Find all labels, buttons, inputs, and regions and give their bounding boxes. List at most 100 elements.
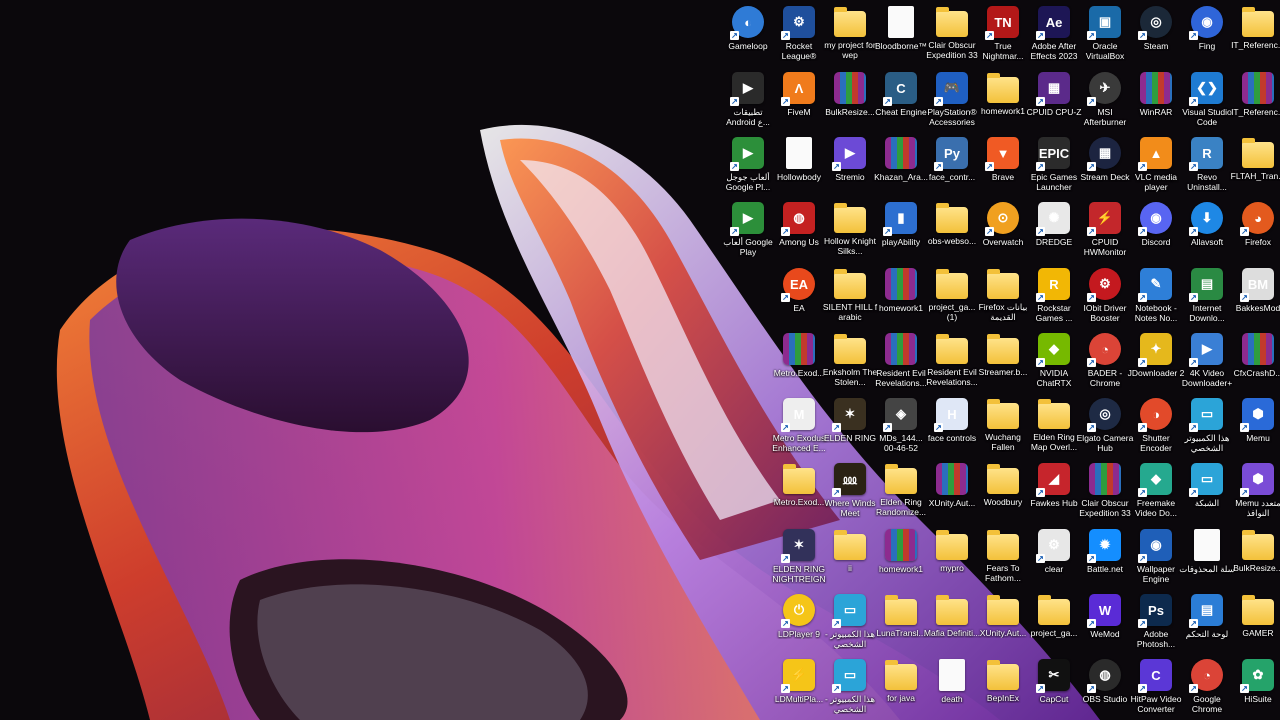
desktop-icon[interactable]: homework1 — [977, 68, 1029, 132]
desktop-icon[interactable]: ▤ ↗ Internet Downlo... — [1181, 264, 1233, 328]
desktop-icon[interactable]: 🎮 ↗ PlayStation® Accessories — [926, 68, 978, 132]
desktop-icon[interactable]: XUnity.Aut... — [926, 459, 978, 523]
desktop-icon[interactable]: ◉ ↗ Wallpaper Engine — [1130, 525, 1182, 589]
desktop-icon[interactable]: Py ↗ face_contr... — [926, 133, 978, 197]
desktop-icon[interactable]: EA ↗ EA — [773, 264, 825, 328]
desktop-icon[interactable]: ◎ ↗ Steam — [1130, 2, 1182, 66]
desktop-icon[interactable]: Streamer.b... — [977, 329, 1029, 393]
desktop-icon[interactable]: H ↗ face controls — [926, 394, 978, 458]
desktop-icon[interactable]: ◍ ↗ Among Us — [773, 198, 825, 262]
desktop-icon[interactable]: CfxCrashD... — [1232, 329, 1280, 393]
desktop-icon[interactable]: C ↗ Cheat Engine — [875, 68, 927, 132]
desktop-icon[interactable]: Bloodborne™ — [875, 2, 927, 66]
desktop-icon[interactable]: ◔ ↗ BADER - Chrome — [1079, 329, 1131, 393]
desktop-icon[interactable]: death — [926, 655, 978, 719]
desktop-icon[interactable]: SILENT HILL f arabic — [823, 264, 877, 328]
desktop-icon[interactable]: ✹ ↗ Battle.net — [1079, 525, 1131, 589]
desktop-icon[interactable]: ⏻ ↗ LDPlayer 9 — [773, 590, 825, 654]
desktop-icon[interactable]: Fears To Fathom... — [977, 525, 1029, 589]
desktop-icon[interactable]: my project for wep — [824, 2, 876, 66]
desktop-icon[interactable]: ▮ ↗ playAbility — [875, 198, 927, 262]
desktop-icon[interactable]: homework1 — [875, 264, 927, 328]
desktop-icon[interactable]: R ↗ Revo Uninstall... — [1181, 133, 1233, 197]
desktop-icon[interactable]: Enksholm The Stolen... — [823, 329, 877, 393]
desktop-icon[interactable]: ✦ ↗ JDownloader 2 — [1128, 329, 1184, 393]
desktop-icon[interactable]: project_ga... (1) — [926, 264, 978, 328]
desktop-icon[interactable]: ii — [824, 525, 876, 589]
desktop-icon[interactable]: ⬢ ↗ Memu متعدد النوافذ — [1232, 459, 1280, 523]
desktop-icon[interactable]: Hollow Knight Silks... — [824, 198, 876, 262]
desktop-icon[interactable]: ▶ ↗ ألعاب Google Play — [722, 198, 774, 262]
desktop-icon[interactable]: Hollowbody — [773, 133, 825, 197]
desktop-icon[interactable]: Woodbury — [977, 459, 1029, 523]
desktop-icon[interactable]: ✶ ↗ ELDEN RING NIGHTREIGN — [772, 525, 826, 589]
desktop-icon[interactable]: ▲ ↗ VLC media player — [1130, 133, 1182, 197]
desktop-icon[interactable]: Clair Obscur Expedition 33 — [1079, 459, 1131, 523]
desktop-icon[interactable]: ⚡ ↗ LDMultiPla... — [773, 655, 825, 719]
desktop-icon[interactable]: ▶ ↗ 4K Video Downloader+ — [1181, 329, 1233, 393]
desktop-icon[interactable]: ▭ ↗ الشبكة — [1181, 459, 1233, 523]
desktop-icon[interactable]: EPIC ↗ Epic Games Launcher — [1028, 133, 1080, 197]
desktop-icon[interactable]: ◔ ↗ Google Chrome — [1181, 655, 1233, 719]
desktop-icon[interactable]: Ps ↗ Adobe Photosh... — [1130, 590, 1182, 654]
desktop-icon[interactable]: Elden Ring Map Overl... — [1028, 394, 1080, 458]
desktop-icon[interactable]: ✺ ↗ DREDGE — [1028, 198, 1080, 262]
desktop-icon[interactable]: Clair Obscur Expedition 33 — [926, 2, 978, 66]
desktop-icon[interactable]: Wuchang Fallen Feathe... — [977, 394, 1029, 458]
desktop-icon[interactable]: GAMER — [1232, 590, 1280, 654]
desktop-icon[interactable]: ◆ ↗ Freemake Video Do... — [1130, 459, 1182, 523]
desktop-icon[interactable]: ▶ ↗ تطبيقات Android ع... — [722, 68, 774, 132]
desktop-icon[interactable]: ✶ ↗ ELDEN RING — [824, 394, 876, 458]
desktop-icon[interactable]: TN ↗ True Nightmar... — [977, 2, 1029, 66]
desktop-icon[interactable]: ▭ ↗ هذا الكمبيوتر الشخصي — [1181, 394, 1233, 458]
desktop-icon[interactable]: ❮❯ ↗ Visual Studio Code — [1181, 68, 1233, 132]
desktop-icon[interactable]: Λ ↗ FiveM — [773, 68, 825, 132]
desktop-icon[interactable]: obs-webso... — [926, 198, 978, 262]
desktop-icon[interactable]: ▤ ↗ لوحة التحكم — [1181, 590, 1233, 654]
desktop-icon[interactable]: ▶ ↗ Stremio — [824, 133, 876, 197]
desktop-icon[interactable]: ▦ ↗ CPUID CPU-Z — [1027, 68, 1081, 132]
desktop-icon[interactable]: LunaTransl... — [875, 590, 927, 654]
desktop-icon[interactable]: ✂ ↗ CapCut — [1028, 655, 1080, 719]
desktop-icon[interactable]: ▼ ↗ Brave — [977, 133, 1029, 197]
desktop-icon[interactable]: Ae ↗ Adobe After Effects 2023 — [1028, 2, 1080, 66]
desktop-icon[interactable]: project_ga... — [1028, 590, 1080, 654]
desktop-icon[interactable]: ▣ ↗ Oracle VirtualBox — [1079, 2, 1131, 66]
desktop-icon[interactable]: Resident Evil Revelations... — [926, 329, 978, 393]
desktop-icon[interactable]: ⬢ ↗ Memu — [1232, 394, 1280, 458]
desktop-icon[interactable]: ▭ ↗ هذا الكمبيوتر - الشخصي — [824, 590, 876, 654]
desktop-icon[interactable]: M ↗ Metro Exodus Enhanced E... — [772, 394, 826, 458]
desktop-icon[interactable]: ◉ ↗ Discord — [1130, 198, 1182, 262]
desktop-icon[interactable]: XUnity.Aut... — [977, 590, 1029, 654]
desktop-icon[interactable]: W ↗ WeMod — [1079, 590, 1131, 654]
desktop-icon[interactable]: Resident Evil Revelations... — [875, 329, 927, 393]
desktop-icon[interactable]: ▶ ↗ ألعاب جوجل Google Pl... — [722, 133, 774, 197]
desktop-icon[interactable]: ✈ ↗ MSI Afterburner — [1079, 68, 1131, 132]
desktop-icon[interactable]: IT_Referenc... — [1231, 68, 1280, 132]
desktop-icon[interactable]: BulkResize... — [1232, 525, 1280, 589]
desktop-icon[interactable]: mypro — [926, 525, 978, 589]
desktop-icon[interactable]: IT_Referenc... — [1231, 2, 1280, 66]
desktop-icon[interactable]: homework1 — [875, 525, 927, 589]
desktop-icon[interactable]: R ↗ Rockstar Games ... — [1028, 264, 1080, 328]
desktop-icon[interactable]: ◈ ↗ MDs_144... 00-46-52 — [875, 394, 927, 458]
desktop-icon[interactable]: ⬇ ↗ Allavsoft — [1181, 198, 1233, 262]
desktop-icon[interactable]: ⅏ ↗ Where Winds Meet — [824, 459, 876, 523]
desktop-icon[interactable]: ✿ ↗ HiSuite — [1232, 655, 1280, 719]
desktop-icon[interactable]: ▦ ↗ Stream Deck — [1079, 133, 1131, 197]
desktop-icon[interactable]: سلة المحذوفات — [1179, 525, 1235, 589]
desktop-icon[interactable]: Firefox بيانات القديمة — [977, 264, 1029, 328]
desktop-icon[interactable]: WinRAR — [1130, 68, 1182, 132]
desktop-icon[interactable]: ◐ ↗ Gameloop — [722, 2, 774, 66]
desktop-icon[interactable]: ⚙ ↗ IObit Driver Booster — [1079, 264, 1131, 328]
desktop-icon[interactable]: BulkResize... — [824, 68, 876, 132]
desktop-icon[interactable]: ⚡ ↗ CPUID HWMonitor — [1079, 198, 1131, 262]
desktop-icon[interactable]: ⚙ ↗ Rocket League® — [773, 2, 825, 66]
desktop-icon[interactable]: FLTAH_Tran... — [1231, 133, 1280, 197]
desktop-icon[interactable]: Metro.Exod... — [773, 329, 825, 393]
desktop-icon[interactable]: ◑ ↗ Shutter Encoder — [1130, 394, 1182, 458]
desktop-icon[interactable]: ⚙ ↗ clear — [1028, 525, 1080, 589]
desktop-icon[interactable]: BM ↗ BakkesMod — [1232, 264, 1280, 328]
desktop-icon[interactable]: ◍ ↗ OBS Studio — [1079, 655, 1131, 719]
desktop-icon[interactable]: C ↗ HitPaw Video Converter — [1130, 655, 1182, 719]
